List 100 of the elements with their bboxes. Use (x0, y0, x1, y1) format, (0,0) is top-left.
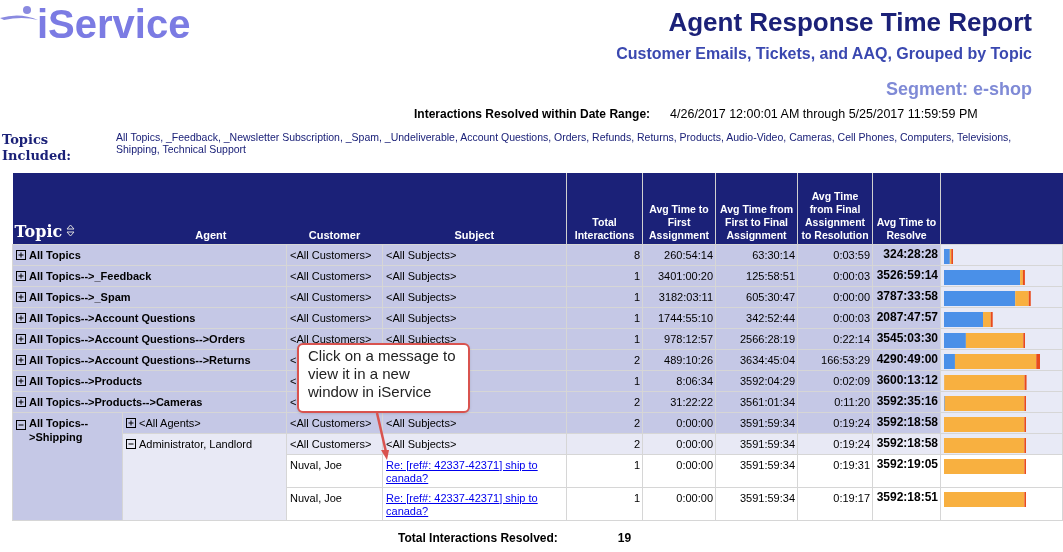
time-cell: 0:00:03 (833, 311, 870, 324)
customer-cell: <All Customers> (290, 290, 372, 303)
resolve-time-cell: 2087:47:57 (876, 309, 938, 324)
customer-cell: < (290, 374, 297, 387)
time-cell: 125:58:51 (746, 269, 795, 282)
resolve-time-cell: 3592:18:58 (876, 435, 938, 450)
time-cell: 31:22:22 (670, 395, 713, 408)
sort-icon[interactable] (66, 223, 76, 237)
expand-icon[interactable] (16, 313, 26, 323)
report-subtitle: Customer Emails, Tickets, and AAQ, Grouped by Topic (616, 44, 1032, 64)
resolve-time-cell: 3592:19:05 (876, 456, 938, 471)
expand-icon[interactable] (16, 271, 26, 281)
column-header: Customer (308, 228, 361, 241)
time-cell: 978:12:57 (664, 332, 713, 345)
resolve-time-cell: 3526:59:14 (876, 267, 938, 282)
subject-cell: <All Subjects> (386, 248, 457, 261)
column-header[interactable]: Topic (14, 221, 63, 242)
topic-cell: All Topics-->_Spam (29, 290, 131, 304)
subject-cell: <All Subjects> (386, 416, 457, 429)
interactions-cell: 2 (633, 437, 640, 450)
time-bar (944, 311, 993, 327)
interactions-cell: 2 (633, 395, 640, 408)
total-label: Total Interactions Resolved: (398, 529, 558, 547)
time-bar (944, 248, 954, 264)
resolve-time-cell: 3592:18:51 (876, 489, 938, 504)
expand-icon[interactable] (16, 334, 26, 344)
subject-cell: <All Subjects> (386, 437, 457, 450)
time-cell: 3591:59:34 (739, 458, 795, 471)
topic-cell: All Topics (29, 248, 81, 262)
interactions-cell: 2 (633, 416, 640, 429)
time-cell: 605:30:47 (746, 290, 795, 303)
time-cell: 0:00:00 (676, 491, 713, 504)
interactions-cell: 1 (633, 374, 640, 387)
time-cell: 0:19:24 (833, 437, 870, 450)
time-cell: 1744:55:10 (657, 311, 713, 324)
customer-cell: <All Customers> (290, 416, 372, 429)
subject-cell: <All Subjects> (386, 311, 457, 324)
collapse-icon[interactable] (16, 419, 26, 430)
column-header: Total Interactions (574, 215, 635, 241)
column-header: Avg Time to Resolve (876, 215, 937, 241)
topic-cell-text: All Topics-->Shipping (29, 415, 90, 444)
column-header: Agent (195, 228, 227, 242)
expand-icon[interactable] (126, 418, 136, 428)
time-cell: 3634:45:04 (739, 353, 795, 366)
subject-cell: <All Subjects> (386, 269, 457, 282)
time-cell: 3561:01:34 (739, 395, 795, 408)
customer-cell: < (290, 353, 297, 366)
segment-label: Segment: e-shop (886, 78, 1032, 100)
total-value: 19 (617, 529, 632, 547)
topic-cell: All Topics-->Products (29, 374, 143, 388)
customer-cell: <All Customers> (290, 437, 372, 450)
interactions-cell: 1 (633, 458, 640, 471)
topic-cell: All Topics-->Products-->Cameras (29, 395, 203, 409)
customer-cell: Nuval, Joe (290, 491, 342, 504)
customer-cell: Nuval, Joe (290, 458, 342, 471)
column-header: Avg Time from Final Assignment to Resolution (801, 189, 869, 241)
resolve-time-cell: 3592:35:16 (876, 393, 938, 408)
customer-cell: <All Customers> (290, 269, 372, 282)
agent-cell: <All Agents> (139, 416, 201, 430)
customer-cell: <All Customers> (290, 332, 372, 345)
topics-label: Topics Included: (2, 132, 73, 164)
time-cell: 8:06:34 (676, 374, 713, 387)
swoosh-icon (0, 6, 39, 22)
customer-cell: <All Customers> (290, 311, 372, 324)
topic-cell: All Topics-->Account Questions-->Orders (29, 332, 246, 346)
topic-cell: All Topics-->Account Questions-->Returns (29, 353, 251, 367)
expand-icon[interactable] (16, 397, 26, 407)
resolve-time-cell: 3545:03:30 (876, 330, 938, 345)
time-cell: 0:03:59 (833, 248, 870, 261)
interactions-cell: 1 (633, 491, 640, 504)
agent-cell: Administrator, Landlord (139, 437, 253, 451)
interactions-cell: 1 (633, 311, 640, 324)
time-cell: 0:19:24 (833, 416, 870, 429)
expand-icon[interactable] (16, 355, 26, 365)
time-cell: 0:00:00 (833, 290, 870, 303)
interactions-cell: 1 (633, 332, 640, 345)
time-cell: 0:11:20 (834, 395, 870, 408)
time-cell: 0:00:00 (676, 458, 713, 471)
time-cell: 3401:00:20 (657, 269, 713, 282)
column-header: Avg Time to First Assignment (648, 202, 710, 241)
interactions-cell: 2 (633, 353, 640, 366)
collapse-icon[interactable] (126, 439, 136, 449)
resolve-time-cell: 3600:13:12 (876, 372, 938, 387)
time-cell: 3182:03:11 (658, 290, 713, 303)
time-cell: 166:53:29 (821, 353, 870, 366)
expand-icon[interactable] (16, 292, 26, 302)
topics-list: All Topics, _Feedback, _Newsletter Subscription, _Spam, _Undeliverable, Account Questions, Orders, Refunds, Returns, Products, Audio-Video, Cameras, Cell Phones, Computers, Televisions, Shipping, Technical Support (116, 131, 1026, 155)
time-cell: 0:00:00 (676, 437, 713, 450)
subject-cell: <All Subjects> (386, 290, 457, 303)
time-cell: 489:10:26 (664, 353, 713, 366)
time-cell: 0:19:31 (833, 458, 870, 471)
expand-icon[interactable] (16, 376, 26, 386)
time-cell: 3591:59:34 (739, 437, 795, 450)
callout: Click on a message to view it in a new window in iService (297, 343, 470, 413)
time-cell: 3591:59:34 (739, 491, 795, 504)
expand-icon[interactable] (16, 250, 26, 260)
date-range-label: Interactions Resolved within Date Range: (414, 106, 651, 122)
resolve-time-cell: 324:28:28 (883, 246, 938, 261)
time-cell: 260:54:14 (664, 248, 713, 261)
date-range-value: 4/26/2017 12:00:01 AM through 5/25/2017 11:59:59 PM (670, 106, 978, 122)
